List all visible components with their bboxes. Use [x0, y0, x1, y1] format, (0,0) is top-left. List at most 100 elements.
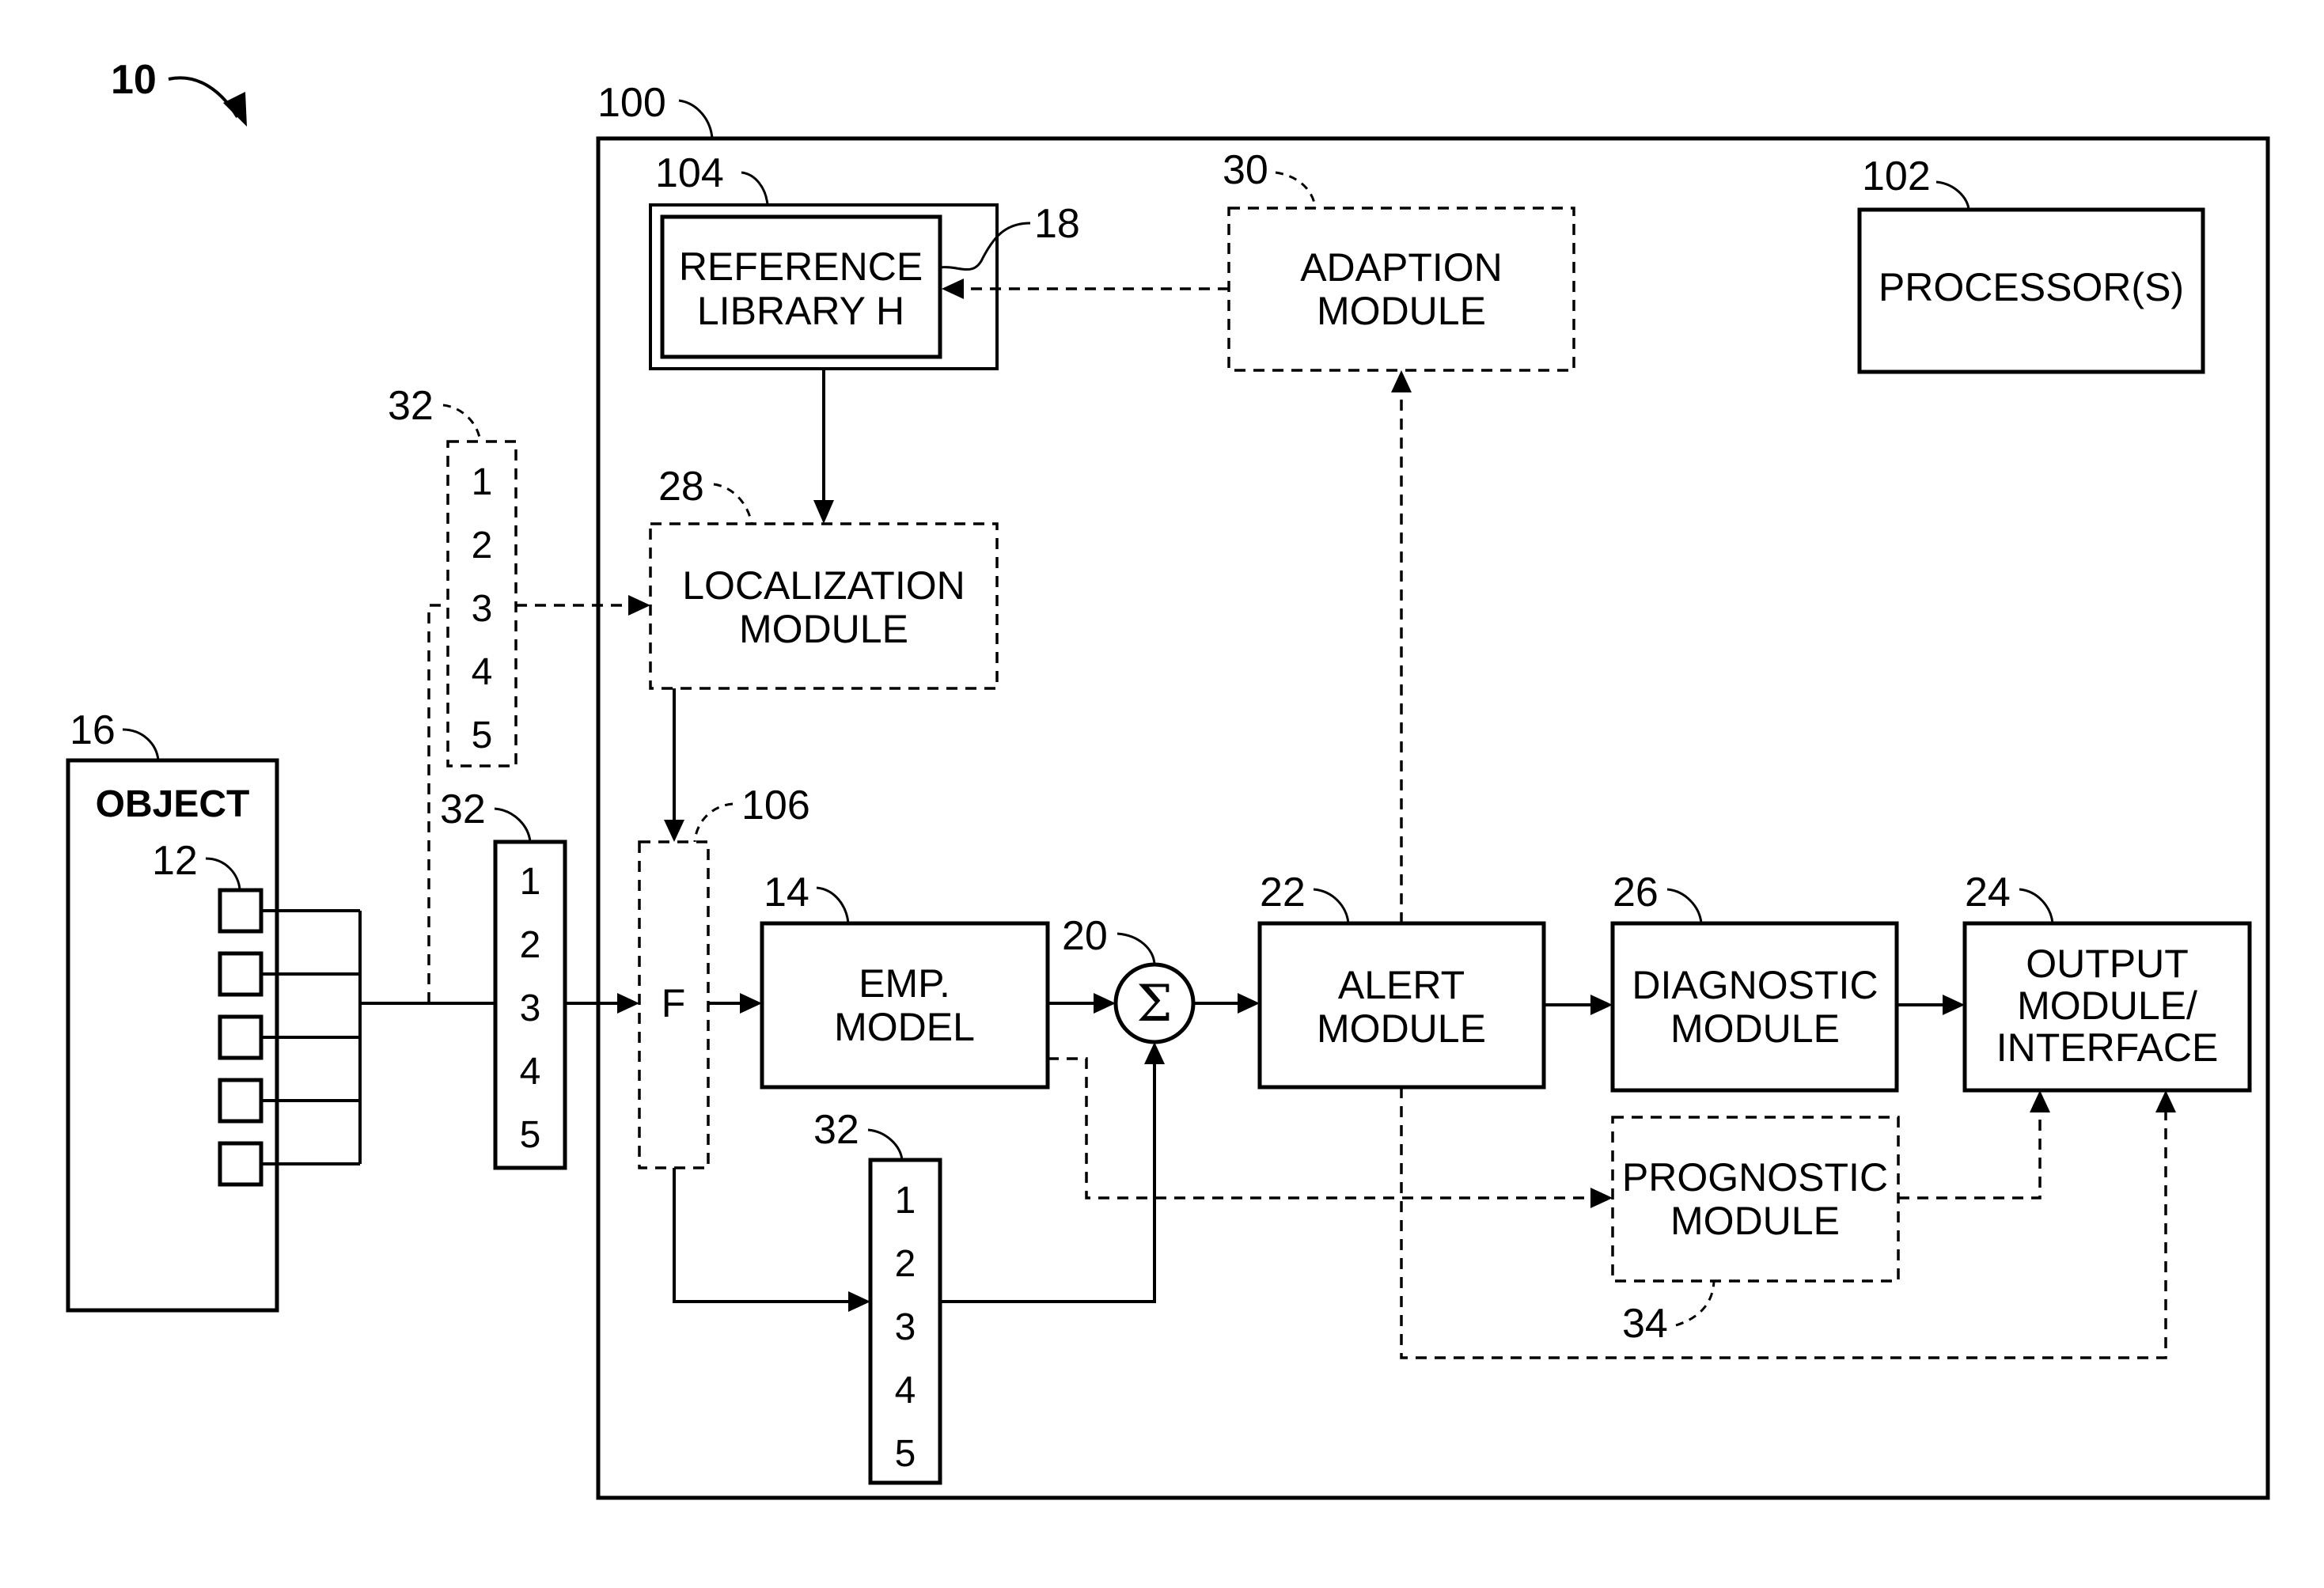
localization-module-label-line1: LOCALIZATION — [682, 563, 965, 608]
summer-ref-label: 20 — [1062, 913, 1108, 959]
diagnostic-module-ref-lead — [1666, 888, 1703, 924]
computer-ref-lead — [678, 99, 714, 139]
emp-model-ref-label: 14 — [764, 870, 809, 915]
arrow-head-icon — [664, 820, 684, 842]
sensor-icon — [218, 1014, 263, 1060]
summer-ref-lead — [1117, 932, 1156, 965]
emp-model-ref-lead — [816, 886, 850, 924]
reference-library-label-line1: REFERENCE — [679, 244, 923, 289]
prognostic-module-label-line1: PROGNOSTIC — [1622, 1155, 1888, 1200]
adaption-module-label-line2: MODULE — [1317, 289, 1486, 333]
figure-ref-label: 10 — [111, 57, 157, 103]
arrow-head-icon — [617, 993, 639, 1014]
filter-to-residual-vector-connector — [673, 1168, 851, 1303]
localization-module-ref-label: 28 — [658, 464, 704, 510]
filter-ref-label: 106 — [741, 783, 810, 828]
vector-entry: 4 — [895, 1370, 916, 1412]
sensor-icon — [218, 1141, 263, 1187]
diagnostic-module-label-line1: DIAGNOSTIC — [1632, 963, 1878, 1007]
vector-dashed-ref-lead — [442, 404, 482, 442]
reference-library-ref-label: 104 — [655, 150, 724, 196]
summer-sigma-icon: Σ — [1136, 975, 1172, 1033]
diagnostic-module-ref-label: 26 — [1613, 870, 1659, 915]
sensor-icon — [218, 888, 263, 934]
alert-module-ref-label: 22 — [1260, 870, 1306, 915]
residual-vector-to-summer-connector — [940, 1061, 1156, 1303]
arrow-head-icon — [1238, 993, 1260, 1014]
vector-entry: 5 — [472, 714, 493, 756]
figure-ref-lead — [168, 76, 239, 119]
diagnostic-module-label-line2: MODULE — [1670, 1006, 1840, 1051]
vector-entry: 2 — [520, 924, 541, 966]
arrow-head-icon — [1943, 995, 1965, 1015]
localization-module-label-line2: MODULE — [739, 607, 908, 651]
filter-label: F — [662, 981, 686, 1025]
prognostic-module-ref-label: 34 — [1622, 1301, 1668, 1347]
processor-ref-label: 102 — [1862, 153, 1931, 199]
vector-entry: 3 — [895, 1306, 916, 1348]
arrow-head-icon — [628, 595, 650, 616]
sensor-bus-wires — [261, 909, 495, 1165]
reference-library-ref-lead — [741, 171, 769, 206]
figure-ref-arrow-icon — [223, 92, 247, 127]
vector-entry: 5 — [520, 1114, 541, 1156]
adaption-module-ref-lead — [1275, 171, 1317, 209]
emp-model-label-line1: EMP. — [859, 961, 950, 1006]
arrow-head-icon — [740, 993, 762, 1014]
vector-entry: 3 — [520, 987, 541, 1029]
adaption-module-ref-label: 30 — [1223, 147, 1268, 193]
computer-ref-label: 100 — [597, 80, 666, 126]
vector-entry: 4 — [520, 1051, 541, 1093]
reference-library-label-line2: LIBRARY H — [697, 289, 904, 333]
vector-entry: 5 — [895, 1433, 916, 1475]
arrow-head-icon — [1590, 1188, 1613, 1208]
alert-module-label-line1: ALERT — [1338, 963, 1465, 1007]
prognostic-module-label-line2: MODULE — [1670, 1199, 1840, 1243]
object-label: OBJECT — [96, 783, 250, 825]
localization-module-ref-lead — [713, 483, 753, 525]
arrow-head-icon — [1144, 1042, 1165, 1064]
arrow-head-icon — [1094, 993, 1116, 1014]
output-module-ref-label: 24 — [1965, 870, 2011, 915]
sensor-icon — [218, 1078, 263, 1124]
output-module-label-line3: INTERFACE — [1996, 1025, 2219, 1070]
arrow-head-icon — [2155, 1090, 2176, 1112]
arrow-head-icon — [813, 500, 834, 524]
arrow-head-icon — [942, 279, 964, 299]
arrow-head-icon — [1590, 995, 1613, 1015]
reference-library-inner-ref-label: 18 — [1034, 201, 1080, 247]
vector-entry: 3 — [472, 588, 493, 630]
reference-library-inner-ref-lead — [939, 222, 1031, 271]
vector-entry: 4 — [472, 651, 493, 693]
prognostic-to-output-connector — [1898, 1109, 2042, 1200]
output-module-ref-lead — [2019, 888, 2054, 924]
arrow-head-icon — [1391, 370, 1412, 392]
arrow-head-icon — [848, 1291, 870, 1312]
processor-ref-lead — [1935, 180, 1970, 210]
output-module-label-line2: MODULE/ — [2017, 983, 2197, 1028]
sensor-ref-label: 12 — [152, 838, 198, 884]
object-ref-lead — [122, 728, 160, 761]
vector-input-ref-label: 32 — [440, 786, 486, 832]
output-module-label-line1: OUTPUT — [2026, 942, 2189, 986]
alert-module-ref-lead — [1313, 888, 1350, 924]
alert-module-label-line2: MODULE — [1317, 1006, 1486, 1051]
vector-input-ref-lead — [494, 807, 532, 843]
filter-ref-lead — [693, 802, 734, 843]
sensor-icon — [218, 951, 263, 997]
prognostic-module-ref-lead — [1675, 1280, 1716, 1327]
block-diagram: 10 100 PROCESSOR(S) 102 REFERENCE LIBRAR… — [66, 57, 2270, 1500]
vector-entry: 1 — [520, 861, 541, 903]
emp-model-label-line2: MODEL — [834, 1005, 975, 1049]
adaption-module-label-line1: ADAPTION — [1300, 245, 1503, 290]
vector-entry: 2 — [895, 1243, 916, 1285]
arrow-head-icon — [2030, 1090, 2050, 1112]
vector-entry: 1 — [472, 461, 493, 503]
processor-label: PROCESSOR(S) — [1879, 265, 2184, 309]
vector-entry: 2 — [472, 525, 493, 567]
vector-dashed-ref-label: 32 — [388, 383, 434, 429]
vector-entry: 1 — [895, 1180, 916, 1222]
object-ref-label: 16 — [70, 707, 116, 753]
vector-residual-ref-lead — [867, 1128, 904, 1161]
vector-residual-ref-label: 32 — [813, 1107, 859, 1153]
